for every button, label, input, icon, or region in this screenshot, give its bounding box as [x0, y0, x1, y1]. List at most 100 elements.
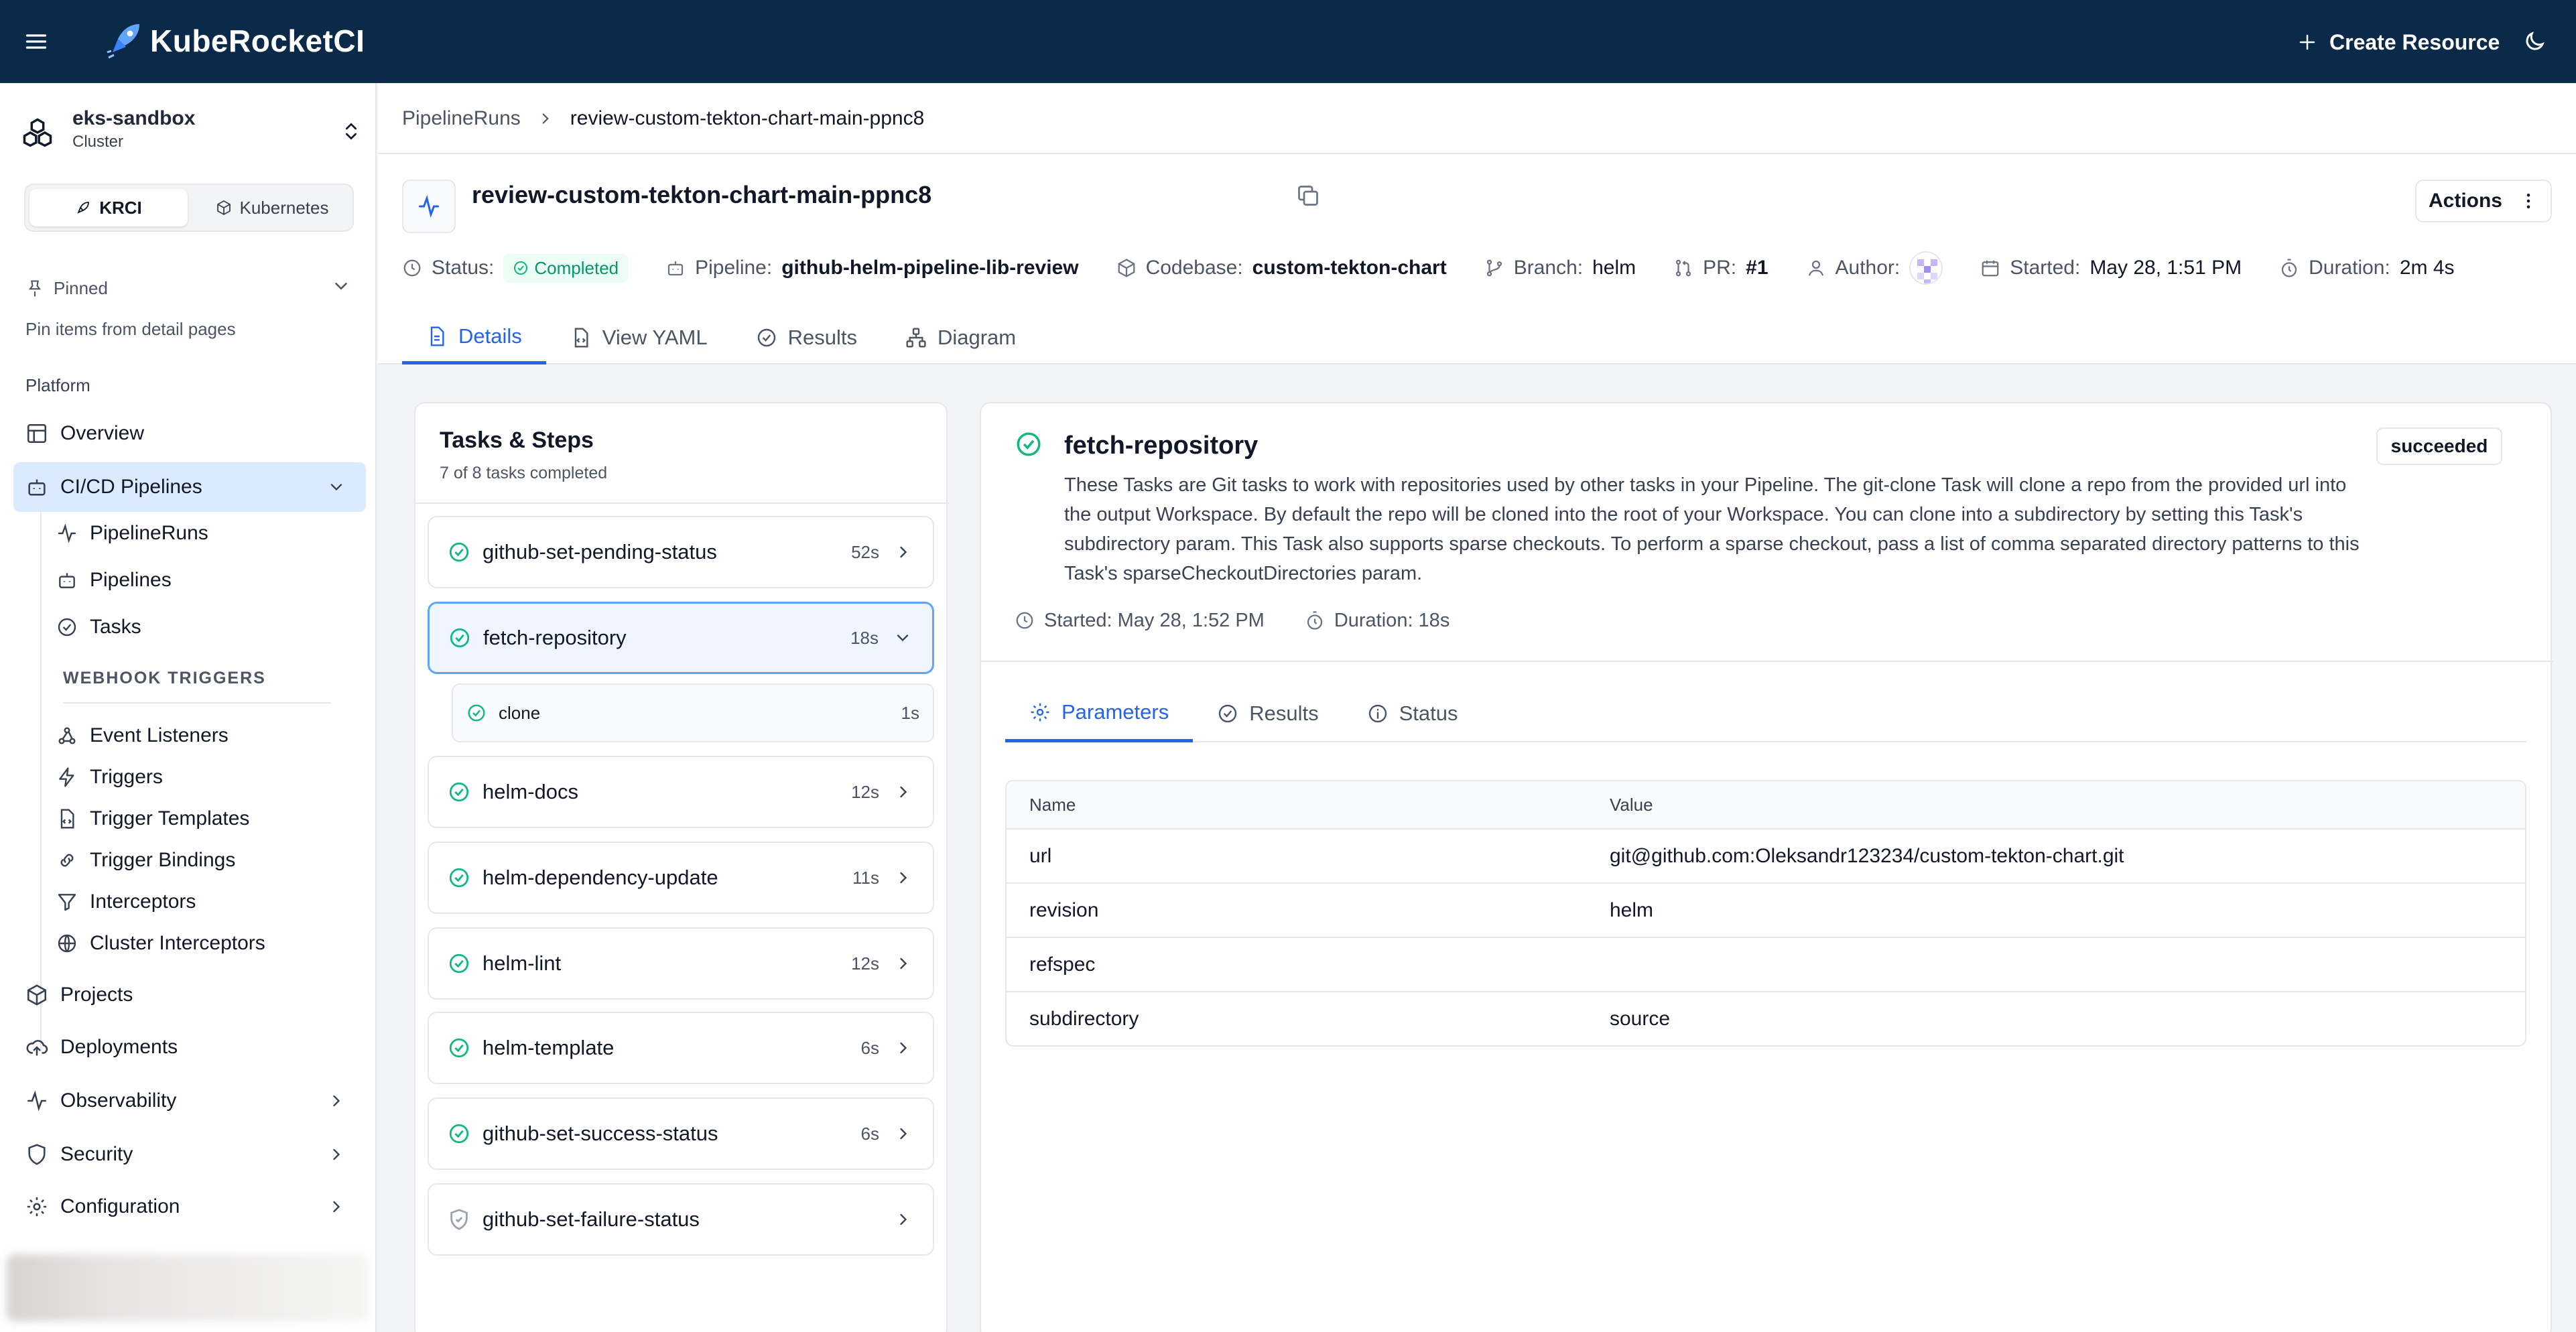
tab-diagram[interactable]: Diagram	[881, 311, 1040, 364]
task-item-selected[interactable]: fetch-repository 18s	[428, 602, 934, 674]
check-circle-icon	[513, 260, 529, 276]
task-item[interactable]: github-set-success-status 6s	[428, 1097, 934, 1170]
chevron-right-icon	[894, 543, 913, 561]
tab-task-results[interactable]: Results	[1193, 685, 1342, 742]
sidebar-item-label: Triggers	[90, 766, 163, 788]
sidebar-item-label: Projects	[60, 984, 133, 1006]
mode-kubernetes-button[interactable]: Kubernetes	[193, 189, 351, 226]
task-item[interactable]: github-set-failure-status	[428, 1183, 934, 1256]
pinned-header[interactable]: Pinned	[25, 275, 354, 302]
timer-icon	[1305, 610, 1325, 630]
tab-view-yaml[interactable]: View YAML	[546, 311, 732, 364]
sidebar-item-overview[interactable]: Overview	[13, 409, 366, 458]
user-profile[interactable]	[7, 1254, 369, 1321]
detail-tabs: Parameters Results Status	[1005, 685, 2526, 742]
sidebar-item-label: Trigger Templates	[90, 807, 250, 829]
status-badge: Completed	[503, 253, 629, 283]
mode-kubernetes-label: Kubernetes	[239, 197, 329, 218]
sidebar-item-label: Deployments	[60, 1036, 178, 1058]
tab-details[interactable]: Details	[402, 311, 546, 364]
sidebar-item-trigger-templates[interactable]: Trigger Templates	[56, 799, 249, 839]
sidebar-item-label: Observability	[60, 1089, 177, 1112]
page-title: review-custom-tekton-chart-main-ppnc8	[472, 181, 932, 208]
chevron-down-icon	[327, 478, 346, 496]
task-item[interactable]: helm-dependency-update 11s	[428, 842, 934, 914]
sidebar-item-event-listeners[interactable]: Event Listeners	[56, 716, 229, 756]
breadcrumb-parent-link[interactable]: PipelineRuns	[402, 107, 521, 130]
sidebar-item-cluster-interceptors[interactable]: Cluster Interceptors	[56, 923, 265, 963]
param-value: git@github.com:Oleksandr123234/custom-te…	[1610, 844, 2124, 867]
pipeline-link[interactable]: github-helm-pipeline-lib-review	[781, 257, 1078, 279]
breadcrumb-current: review-custom-tekton-chart-main-ppnc8	[570, 107, 925, 129]
sidebar-item-label: Overview	[60, 422, 145, 444]
step-name: clone	[499, 702, 541, 723]
task-item[interactable]: helm-lint 12s	[428, 927, 934, 1000]
status-badge: succeeded	[2376, 427, 2502, 465]
sidebar-item-deployments[interactable]: Deployments	[13, 1022, 366, 1072]
sidebar-item-interceptors[interactable]: Interceptors	[56, 882, 196, 922]
activity-icon	[25, 1089, 48, 1112]
task-item[interactable]: github-set-pending-status 52s	[428, 516, 934, 588]
tab-status[interactable]: Status	[1343, 685, 1482, 742]
network-icon	[905, 327, 927, 348]
task-item[interactable]: helm-docs 12s	[428, 756, 934, 828]
sidebar-item-pipelineruns[interactable]: PipelineRuns	[56, 513, 208, 553]
check-circle-icon	[448, 1037, 470, 1059]
branch-value: helm	[1592, 257, 1636, 279]
sidebar-item-tasks[interactable]: Tasks	[56, 607, 141, 647]
actions-button[interactable]: Actions	[2415, 180, 2552, 222]
tasks-title: Tasks & Steps	[440, 427, 594, 453]
check-circle-icon	[448, 1122, 470, 1145]
sidebar-item-security[interactable]: Security	[13, 1130, 366, 1179]
file-code-icon	[570, 327, 592, 348]
tab-results[interactable]: Results	[732, 311, 881, 364]
cluster-name[interactable]: eks-sandbox	[72, 107, 195, 130]
sidebar-item-configuration[interactable]: Configuration	[13, 1182, 366, 1231]
sidebar-item-pipelines[interactable]: Pipelines	[56, 560, 172, 600]
box-icon	[1116, 258, 1137, 278]
create-resource-label: Create Resource	[2329, 29, 2500, 54]
sidebar-item-cicd-pipelines[interactable]: CI/CD Pipelines	[13, 462, 366, 512]
sidebar-item-projects[interactable]: Projects	[13, 970, 366, 1020]
column-header-name: Name	[1029, 794, 1076, 815]
chevron-right-icon	[894, 868, 913, 887]
chevron-down-icon	[893, 628, 912, 647]
sidebar-item-triggers[interactable]: Triggers	[56, 757, 163, 797]
sidebar-item-label: Security	[60, 1143, 133, 1165]
task-item[interactable]: helm-template 6s	[428, 1012, 934, 1084]
bot-icon	[56, 570, 78, 591]
plus-icon	[2297, 32, 2317, 52]
section-label-platform: Platform	[25, 375, 90, 395]
task-duration: Duration: 18s	[1334, 609, 1450, 631]
tab-label: Status	[1399, 702, 1458, 725]
step-duration: 1s	[901, 702, 919, 723]
chevron-down-icon[interactable]	[331, 276, 351, 296]
copy-icon[interactable]	[1296, 184, 1320, 208]
tasks-panel: Tasks & Steps 7 of 8 tasks completed git…	[414, 402, 949, 1332]
check-circle-icon	[1217, 703, 1238, 724]
param-name: subdirectory	[1029, 1007, 1139, 1030]
pr-link[interactable]: #1	[1746, 257, 1768, 279]
param-name: refspec	[1029, 953, 1096, 976]
check-circle-icon	[756, 327, 777, 348]
activity-icon	[402, 180, 456, 233]
codebase-link[interactable]: custom-tekton-chart	[1252, 257, 1447, 279]
sidebar-item-label: Cluster Interceptors	[90, 932, 265, 954]
menu-icon[interactable]	[23, 29, 50, 54]
step-item[interactable]: clone 1s	[452, 683, 934, 742]
avatar[interactable]	[1909, 251, 1943, 285]
brand-name[interactable]: KubeRocketCI	[150, 23, 365, 59]
table-row: url git@github.com:Oleksandr123234/custo…	[1007, 828, 2525, 882]
sidebar-item-observability[interactable]: Observability	[13, 1076, 366, 1126]
chevrons-up-down-icon[interactable]	[340, 118, 362, 145]
task-started: Started: May 28, 1:52 PM	[1044, 609, 1265, 631]
param-value: source	[1610, 1007, 1671, 1030]
tab-parameters[interactable]: Parameters	[1005, 685, 1194, 742]
check-circle-icon	[448, 626, 471, 649]
create-resource-button[interactable]: Create Resource	[2297, 27, 2500, 58]
sidebar-item-trigger-bindings[interactable]: Trigger Bindings	[56, 840, 235, 880]
rocket-icon	[75, 200, 91, 216]
tab-label: Details	[458, 324, 522, 348]
moon-icon[interactable]	[2522, 29, 2547, 54]
mode-krci-button[interactable]: KRCI	[29, 189, 188, 226]
